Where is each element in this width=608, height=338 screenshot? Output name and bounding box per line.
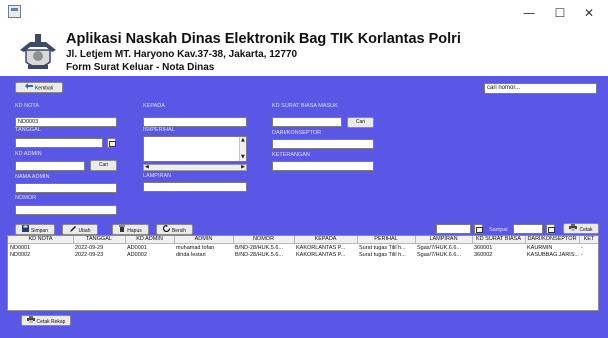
bersih-button[interactable]: Bersih — [156, 224, 193, 235]
column-header-kd-admin[interactable]: KD ADMIN — [125, 236, 174, 243]
tanggal-calendar-icon[interactable] — [107, 138, 116, 148]
table-cell[interactable]: Surat tugas Tilil h... — [357, 245, 415, 252]
nama-admin-field[interactable] — [15, 183, 117, 193]
perihal-label: ISI/PERIHAL — [143, 127, 175, 133]
korlantas-logo-icon — [20, 34, 56, 69]
dari-label: DARI/KONSEPTOR — [272, 130, 322, 136]
column-header-kd-surat-biasa[interactable]: KD SURAT BIASA — [472, 236, 525, 243]
table-cell[interactable]: KAKORLANTAS P... — [294, 252, 357, 259]
table-cell[interactable]: ND0001 — [8, 245, 73, 252]
nama-admin-label: NAMA ADMIN — [15, 174, 50, 180]
column-header-admin[interactable]: ADMIN — [174, 236, 233, 243]
cetak-label: Cetak — [579, 226, 593, 233]
perihal-textarea[interactable]: ▲ ▼ — [143, 136, 247, 162]
column-header-tanggal[interactable]: TANGGAL — [73, 236, 125, 243]
dari-field[interactable] — [272, 139, 374, 149]
scroll-left-arrow-icon[interactable]: ◀ — [145, 165, 149, 170]
app-title: Aplikasi Naskah Dinas Elektronik Bag TIK… — [66, 31, 461, 47]
table-cell[interactable]: Sgas/7/HUK.6.6... — [415, 245, 472, 252]
ubah-button[interactable]: Ubah — [62, 224, 98, 235]
table-cell[interactable]: AD0001 — [125, 245, 174, 252]
table-cell[interactable]: B/ND-28/HUK.5.6... — [233, 252, 294, 259]
table-cell[interactable]: dinda lestari — [174, 252, 233, 259]
tanggal-label: TANGGAL — [15, 127, 41, 133]
window-titlebar: — ☐ ✕ — [0, 0, 608, 26]
table-cell[interactable]: AD0002 — [125, 252, 174, 259]
column-header-dari-konseptor[interactable]: DARI/KONSEPTOR — [525, 236, 579, 243]
ubah-label: Ubah — [78, 227, 91, 234]
column-header-ket[interactable]: KET — [579, 236, 599, 243]
nomor-label: NOMOR — [15, 195, 37, 201]
app-icon — [8, 5, 21, 18]
cetak-button[interactable]: Cetak — [563, 223, 599, 234]
kd-surat-search-button[interactable]: Cari — [347, 117, 374, 128]
table-cell[interactable]: KAKORLANTAS P... — [294, 245, 357, 252]
kepada-label: KEPADA — [143, 103, 165, 109]
kd-admin-search-button[interactable]: Cari — [90, 160, 117, 171]
kepada-field[interactable] — [143, 117, 247, 127]
table-cell[interactable]: 2022-09-29 — [73, 245, 125, 252]
column-header-nomor[interactable]: NOMOR — [233, 236, 294, 243]
keterangan-label: KETERANGAN — [272, 152, 310, 158]
kd-admin-field[interactable] — [15, 161, 85, 171]
table-cell[interactable]: Surat tugas Tilil h... — [357, 252, 415, 259]
minimize-button[interactable]: — — [518, 4, 540, 22]
form-title: Form Surat Keluar - Nota Dinas — [66, 62, 215, 73]
keterangan-field[interactable] — [272, 161, 374, 171]
scroll-down-arrow-icon[interactable]: ▼ — [241, 155, 245, 160]
kd-nota-label: KD NOTA — [15, 103, 40, 109]
cetak-rekap-button[interactable]: Cetak Rekap — [21, 315, 71, 326]
cetak-rekap-label: Cetak Rekap — [36, 318, 66, 325]
column-header-perihal[interactable]: PERIHAL — [357, 236, 415, 243]
sampai-label: Sampai — [489, 227, 508, 233]
tanggal-sampai-field[interactable] — [513, 224, 543, 234]
back-button-label: Kembali — [34, 85, 54, 92]
table-cell[interactable]: - — [579, 252, 599, 259]
table-cell[interactable]: 360001 — [472, 245, 525, 252]
maximize-button[interactable]: ☐ — [549, 4, 571, 22]
simpan-label: Simpan — [31, 227, 48, 234]
table-cell[interactable]: KAURMIN — [525, 245, 579, 252]
table-cell[interactable]: KASUBBAG.JARIS... — [525, 252, 579, 259]
kd-admin-label: KD ADMIN — [15, 151, 42, 157]
back-arrow-icon — [24, 83, 33, 93]
perihal-vertical-scrollbar[interactable]: ▲ ▼ — [239, 137, 246, 161]
column-header-kepada[interactable]: KEPADA — [294, 236, 357, 243]
simpan-button[interactable]: Simpan — [15, 224, 55, 235]
bersih-label: Bersih — [171, 227, 187, 234]
scroll-up-arrow-icon[interactable]: ▲ — [241, 138, 245, 143]
tanggal-sampai-calendar-icon[interactable] — [546, 224, 555, 234]
table-cell[interactable]: 2022-09-23 — [73, 252, 125, 259]
table-cell[interactable]: Sgas/7/HUK.6.6... — [415, 252, 472, 259]
table-cell[interactable]: ND0002 — [8, 252, 73, 259]
tanggal-dari-field[interactable] — [436, 224, 471, 234]
lampiran-label: LAMPIRAN — [143, 173, 172, 179]
table-cell[interactable]: muhamad tofan — [174, 245, 233, 252]
column-header-lampiran[interactable]: LAMPIRAN — [415, 236, 472, 243]
scroll-right-arrow-icon[interactable]: ▶ — [241, 165, 245, 170]
printer-icon — [569, 224, 578, 235]
column-header-kd-nota[interactable]: KD NOTA — [8, 236, 73, 243]
back-button[interactable]: Kembali — [15, 82, 63, 93]
table-cell[interactable]: B/ND-28/HUK.5.6... — [233, 245, 294, 252]
lampiran-field[interactable] — [143, 182, 247, 192]
tanggal-dari-calendar-icon[interactable] — [474, 224, 483, 234]
kd-surat-field[interactable] — [272, 117, 342, 127]
nomor-field[interactable] — [15, 205, 117, 215]
printer-icon — [26, 316, 35, 327]
table-cell[interactable]: - — [579, 245, 599, 252]
close-button[interactable]: ✕ — [578, 4, 600, 22]
perihal-horizontal-scrollbar[interactable]: ◀ ▶ — [143, 164, 247, 171]
search-input[interactable]: cari nomor... — [484, 83, 597, 94]
hapus-label: Hapus — [127, 227, 142, 234]
app-address: Jl. Letjem MT. Haryono Kav.37-38, Jakart… — [66, 49, 298, 60]
tanggal-field[interactable] — [15, 138, 103, 148]
table-cell[interactable]: 360002 — [472, 252, 525, 259]
surat-keluar-table[interactable]: KD NOTA TANGGAL KD ADMIN ADMIN NOMOR KEP… — [7, 235, 599, 311]
kd-nota-field[interactable]: ND0003 — [15, 117, 117, 127]
kd-surat-label: KD SURAT BIASA MASUK — [272, 103, 338, 109]
hapus-button[interactable]: Hapus — [112, 224, 149, 235]
